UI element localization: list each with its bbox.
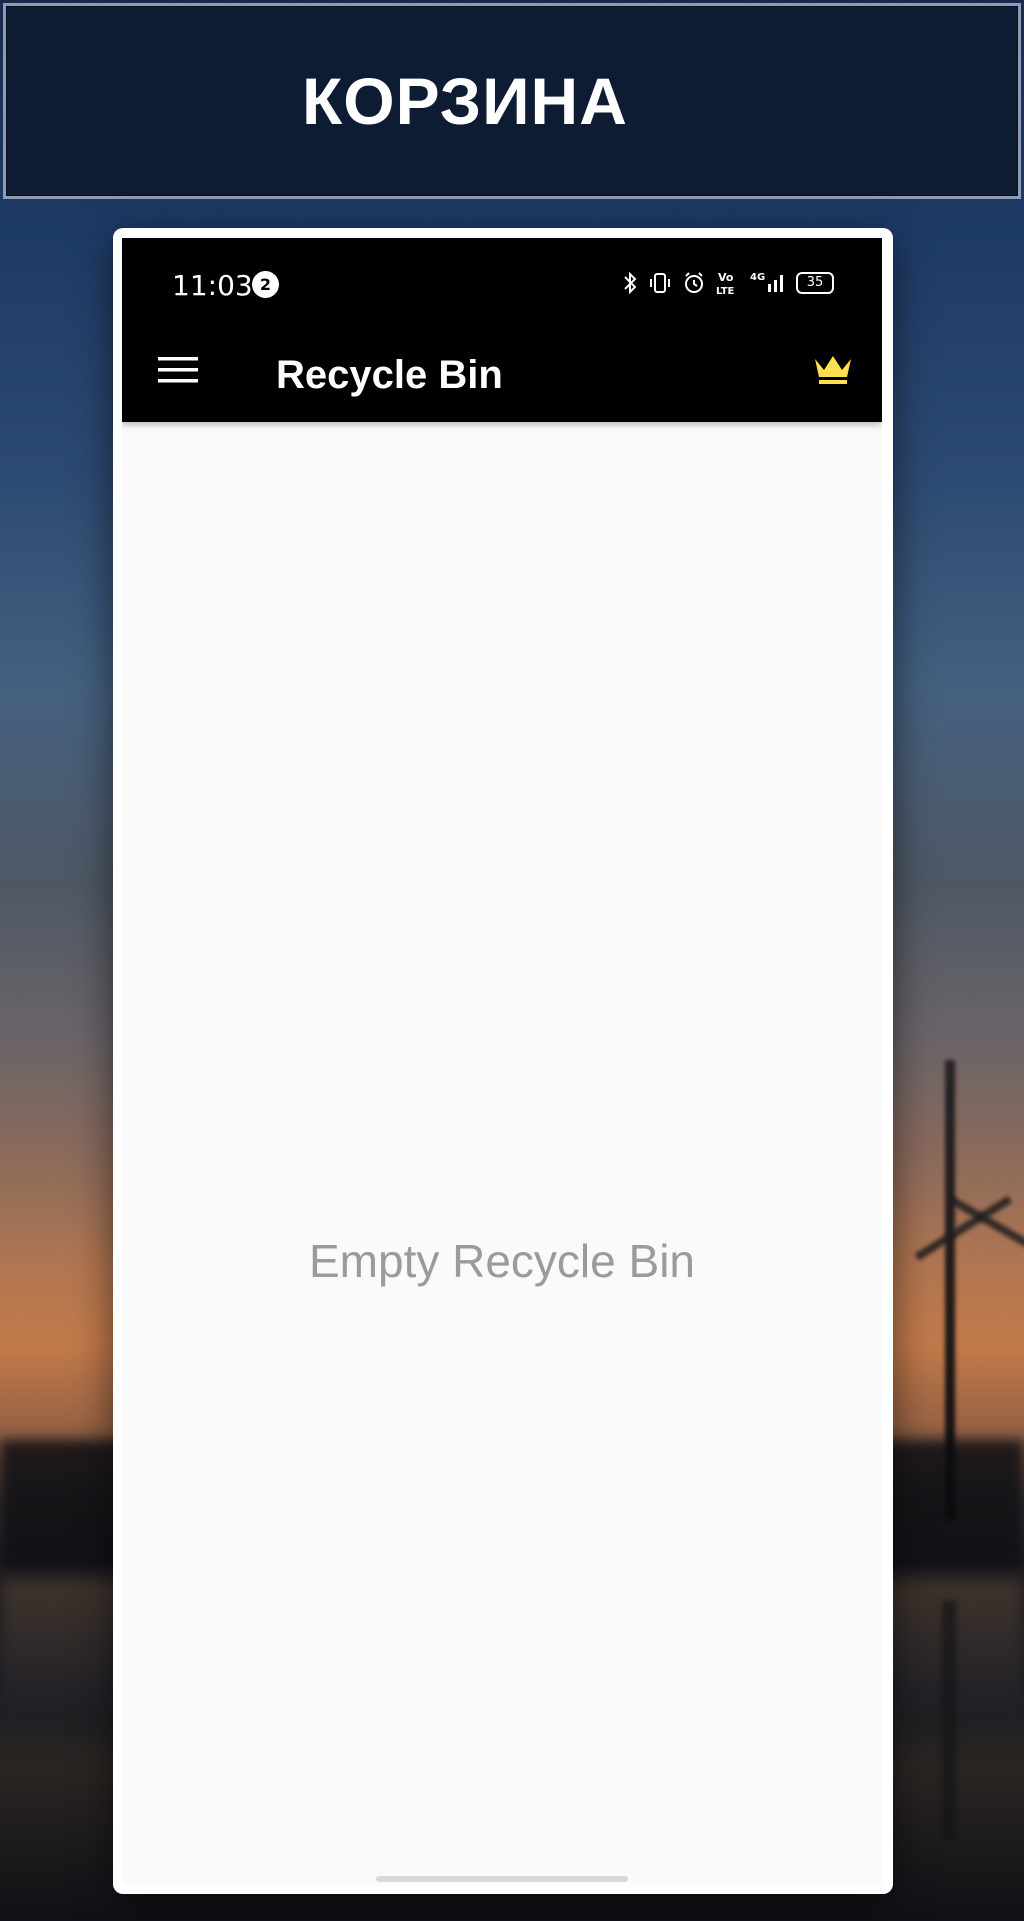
banner-title: КОРЗИНА (302, 64, 628, 138)
svg-text:LTE: LTE (716, 286, 735, 296)
page-title: Recycle Bin (276, 353, 503, 397)
phone-frame: 11:03 2 Vo LTE 4G 35 Recycle Bin Empty R… (113, 228, 893, 1894)
header-banner: КОРЗИНА (3, 3, 1021, 199)
alarm-icon (682, 271, 706, 295)
wind-turbine-silhouette (945, 1060, 955, 1520)
volte-icon: Vo LTE (716, 270, 740, 296)
status-time: 11:03 (172, 269, 253, 302)
gesture-navigation-bar[interactable] (376, 1876, 628, 1882)
wind-turbine-reflection (942, 1600, 956, 1840)
status-bar: 11:03 2 Vo LTE 4G 35 (122, 238, 882, 322)
empty-state-message: Empty Recycle Bin (308, 1235, 695, 1287)
network-type-label: 4G (750, 272, 765, 283)
menu-button[interactable] (152, 350, 204, 394)
notification-count-badge: 2 (252, 271, 279, 298)
crown-icon (813, 353, 853, 392)
status-icons: Vo LTE 4G 35 (622, 268, 834, 298)
hamburger-menu-icon (157, 355, 199, 390)
vibrate-icon (648, 271, 672, 295)
app-bar: Recycle Bin (122, 322, 882, 422)
wind-turbine-blade (948, 1195, 1024, 1248)
battery-icon: 35 (796, 272, 834, 294)
svg-text:Vo: Vo (718, 271, 734, 284)
bluetooth-icon (622, 271, 638, 295)
premium-button[interactable] (808, 350, 858, 394)
signal-icon: 4G (750, 270, 786, 296)
phone-screen: 11:03 2 Vo LTE 4G 35 Recycle Bin Empty R… (122, 238, 882, 1884)
